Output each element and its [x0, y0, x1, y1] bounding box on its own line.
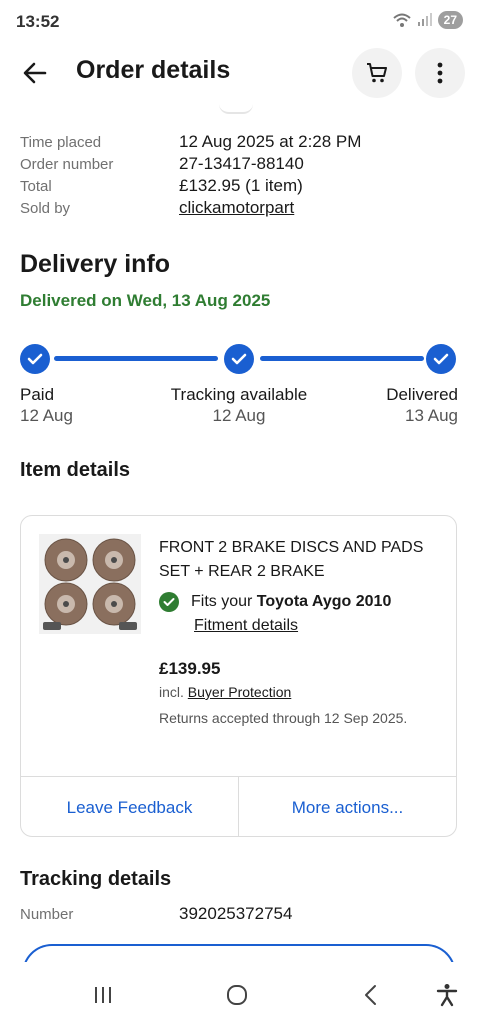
- info-row-order-number: Order number 27-13417-88140: [20, 153, 460, 175]
- status-bar: 13:52 27: [0, 0, 477, 44]
- delivery-status: Delivered on Wed, 13 Aug 2025: [20, 291, 271, 310]
- signal-icon: [417, 13, 432, 26]
- tracking-number-value: 392025372754: [179, 904, 293, 923]
- back-button[interactable]: [18, 58, 52, 88]
- cart-icon: [367, 63, 387, 83]
- info-row-total: Total £132.95 (1 item): [20, 175, 460, 197]
- brake-discs-image: [39, 534, 141, 634]
- check-icon: [433, 353, 449, 365]
- more-vertical-icon: [437, 62, 443, 84]
- step-paid: Paid 12 Aug: [20, 385, 73, 426]
- system-nav-bar: [0, 966, 477, 1024]
- info-value: £132.95 (1 item): [179, 176, 303, 195]
- item-actions: Leave Feedback More actions...: [21, 776, 456, 836]
- item-card: FRONT 2 BRAKE DISCS AND PADS SET + REAR …: [20, 515, 457, 837]
- home-icon: [227, 985, 247, 1005]
- progress-step-done: [224, 344, 254, 374]
- cart-button[interactable]: [352, 48, 402, 98]
- progress-step-done: [20, 344, 50, 374]
- price-note: incl. Buyer Protection: [159, 684, 291, 700]
- more-options-button[interactable]: [415, 48, 465, 98]
- fitment-details-link[interactable]: Fitment details: [194, 617, 298, 635]
- order-summary: Time placed 12 Aug 2025 at 2:28 PM Order…: [20, 131, 460, 219]
- check-circle-icon: [159, 592, 179, 612]
- step-label: Delivered: [386, 385, 458, 404]
- info-label: Order number: [20, 155, 114, 173]
- status-time: 13:52: [16, 12, 60, 31]
- step-tracking-available: Tracking available 12 Aug: [164, 385, 314, 426]
- info-label: Sold by: [20, 199, 71, 217]
- delivery-info-heading: Delivery info: [20, 250, 171, 278]
- chevron-left-icon: [365, 985, 376, 1005]
- step-label: Paid: [20, 385, 55, 404]
- progress-segment: [54, 356, 218, 361]
- battery-indicator: 27: [437, 11, 463, 29]
- step-date: 12 Aug: [212, 406, 266, 425]
- fitment-badge: Fits your Toyota Aygo 2010: [159, 592, 391, 612]
- step-delivered: Delivered 13 Aug: [386, 385, 458, 426]
- item-details-heading: Item details: [20, 459, 131, 481]
- fits-text: Fits your Toyota Aygo 2010: [191, 593, 391, 611]
- info-value: 27-13417-88140: [179, 154, 304, 173]
- fits-prefix: Fits your: [191, 593, 257, 610]
- info-label: Time placed: [20, 133, 102, 151]
- info-row-sold-by: Sold by clickamotorpart: [20, 197, 460, 219]
- more-actions-button[interactable]: More actions...: [238, 777, 456, 836]
- recents-button[interactable]: [88, 980, 118, 1010]
- seller-link[interactable]: clickamotorpart: [179, 198, 294, 218]
- tracking-details-heading: Tracking details: [20, 868, 172, 890]
- returns-policy: Returns accepted through 12 Sep 2025.: [159, 710, 408, 726]
- accessibility-button[interactable]: [432, 980, 462, 1010]
- tracking-number-row: Number 392025372754: [20, 904, 292, 924]
- page-title: Order details: [76, 56, 231, 84]
- recents-icon: [95, 987, 111, 1003]
- step-date: 12 Aug: [20, 406, 73, 425]
- info-value: 12 Aug 2025 at 2:28 PM: [179, 132, 362, 151]
- status-icons: 27: [392, 11, 463, 29]
- info-label: Total: [20, 177, 52, 195]
- tracking-number-label: Number: [20, 905, 74, 923]
- check-icon: [231, 353, 247, 365]
- progress-segment: [260, 356, 424, 361]
- item-thumbnail[interactable]: [39, 534, 141, 634]
- info-row-time-placed: Time placed 12 Aug 2025 at 2:28 PM: [20, 131, 460, 153]
- app-header: Order details: [0, 44, 477, 102]
- home-button[interactable]: [222, 980, 252, 1010]
- delivery-progress: [20, 343, 458, 375]
- leave-feedback-button[interactable]: Leave Feedback: [21, 777, 238, 836]
- back-nav-button[interactable]: [356, 980, 386, 1010]
- item-title-link[interactable]: FRONT 2 BRAKE DISCS AND PADS SET + REAR …: [159, 536, 449, 584]
- buyer-protection-link[interactable]: Buyer Protection: [188, 684, 292, 700]
- fits-vehicle: Toyota Aygo 2010: [256, 593, 392, 610]
- pull-handle: [219, 104, 253, 114]
- progress-step-done: [426, 344, 456, 374]
- step-date: 13 Aug: [405, 406, 458, 425]
- accessibility-icon: [436, 984, 458, 1007]
- item-price: £139.95: [159, 659, 221, 678]
- delivery-steps: Paid 12 Aug Tracking available 12 Aug De…: [20, 385, 458, 431]
- check-icon: [27, 353, 43, 365]
- arrow-left-icon: [23, 62, 47, 84]
- wifi-icon: [392, 13, 411, 27]
- incl-prefix: incl.: [159, 684, 188, 700]
- step-label: Tracking available: [170, 385, 308, 404]
